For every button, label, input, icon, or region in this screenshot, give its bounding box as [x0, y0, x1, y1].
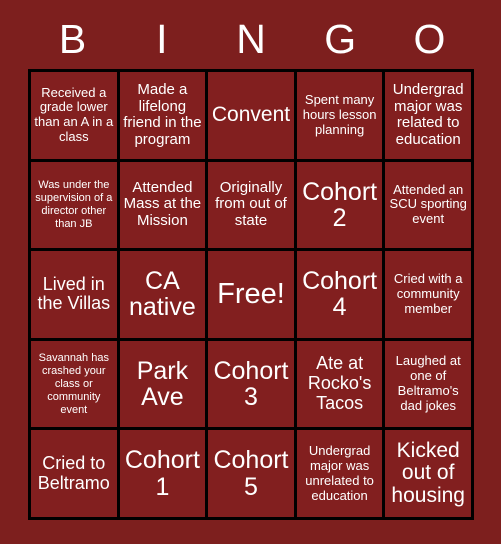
bingo-cell-label: Cohort 1 — [124, 446, 200, 501]
bingo-cell[interactable]: Cohort 3 — [208, 340, 294, 428]
header-letter-b: B — [58, 16, 87, 62]
header-letter-i: I — [156, 16, 168, 62]
bingo-cell[interactable]: Originally from out of state — [208, 161, 294, 249]
bingo-cell[interactable]: Made a lifelong friend in the program — [119, 72, 206, 159]
bingo-cell-label: Lived in the Villas — [37, 273, 111, 314]
header-letter-o: O — [413, 16, 446, 62]
bingo-cell[interactable]: Cried with a community member — [385, 251, 471, 338]
bingo-cell-label: Cohort 3 — [213, 356, 289, 412]
bingo-cell[interactable]: Savannah has crashed your class or commu… — [31, 340, 117, 428]
bingo-cell-label: Cried with a community member — [393, 271, 463, 316]
bingo-cell[interactable]: Spent many hours lesson planning — [296, 72, 383, 159]
bingo-cell[interactable]: Undergrad major was related to education — [385, 72, 471, 159]
bingo-cell-label: Convent — [211, 102, 291, 126]
bingo-cell-label: Savannah has crashed your class or commu… — [38, 351, 109, 416]
bingo-cell-label: Undergrad major was related to education — [392, 80, 464, 149]
bingo-cell[interactable]: Kicked out of housing — [385, 430, 471, 517]
bingo-grid: Received a grade lower than an A in a cl… — [28, 69, 474, 520]
bingo-cell[interactable]: Cohort 1 — [119, 430, 206, 517]
bingo-cell[interactable]: Laughed at one of Beltramo's dad jokes — [385, 340, 471, 428]
bingo-cell[interactable]: Cohort 5 — [208, 430, 294, 517]
bingo-cell[interactable]: Ate at Rocko's Tacos — [296, 340, 383, 428]
bingo-cell-free[interactable]: Free! — [208, 251, 294, 338]
bingo-cell-label: Kicked out of housing — [391, 438, 465, 508]
bingo-cell[interactable]: Attended an SCU sporting event — [385, 161, 471, 249]
bingo-cell[interactable]: Cried to Beltramo — [31, 430, 117, 517]
bingo-cell-label: Spent many hours lesson planning — [302, 92, 377, 137]
bingo-cell-label: Free! — [217, 277, 285, 310]
bingo-cell-label: Attended Mass at the Mission — [123, 178, 202, 230]
bingo-cell-label: Cohort 2 — [302, 177, 378, 232]
bingo-cell-label: Was under the supervision of a director … — [35, 178, 113, 230]
bingo-cell-label: Park Ave — [136, 356, 189, 412]
bingo-cell[interactable]: Convent — [208, 72, 294, 159]
bingo-cell[interactable]: Cohort 4 — [296, 251, 383, 338]
bingo-cell-label: Made a lifelong friend in the program — [123, 80, 202, 149]
bingo-cell[interactable]: Undergrad major was unrelated to educati… — [296, 430, 383, 517]
header-letter-n: N — [236, 16, 266, 62]
header-letter-g: G — [324, 16, 357, 62]
bingo-cell-label: Attended an SCU sporting event — [389, 181, 467, 227]
bingo-cell-label: Ate at Rocko's Tacos — [307, 353, 372, 413]
bingo-cell-label: Cried to Beltramo — [37, 452, 110, 493]
bingo-cell-label: Cohort 4 — [302, 267, 378, 322]
bingo-cell-label: Laughed at one of Beltramo's dad jokes — [395, 353, 461, 413]
bingo-header: B I N G O — [28, 12, 474, 66]
bingo-cell[interactable]: Was under the supervision of a director … — [31, 161, 117, 249]
bingo-cell-label: Undergrad major was unrelated to educati… — [305, 443, 374, 503]
bingo-card: B I N G O Received a grade lower than an… — [0, 0, 501, 544]
bingo-cell-label: Cohort 5 — [213, 446, 289, 501]
bingo-cell-label: CA native — [129, 267, 196, 322]
bingo-cell[interactable]: Lived in the Villas — [31, 251, 117, 338]
bingo-cell[interactable]: Received a grade lower than an A in a cl… — [31, 72, 117, 159]
bingo-cell[interactable]: Park Ave — [119, 340, 206, 428]
bingo-cell[interactable]: CA native — [119, 251, 206, 338]
bingo-cell[interactable]: Cohort 2 — [296, 161, 383, 249]
bingo-cell-label: Received a grade lower than an A in a cl… — [34, 84, 114, 145]
bingo-cell[interactable]: Attended Mass at the Mission — [119, 161, 206, 249]
bingo-cell-label: Originally from out of state — [215, 178, 287, 230]
